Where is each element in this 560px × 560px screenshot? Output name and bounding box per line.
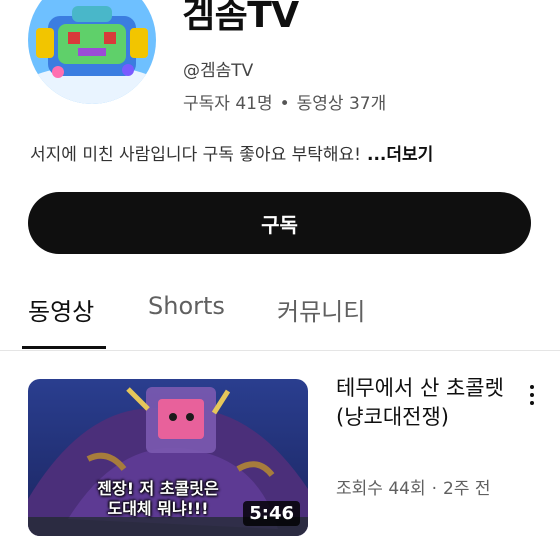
channel-page: 겜솜TV @겜솜TV 구독자 41명 • 동영상 37개 서지에 미친 사람입니다 …: [0, 0, 560, 560]
thumbnail-caption-line2: 도대체 뭐냐!!!: [107, 499, 209, 518]
subscriber-count: 구독자 41명: [183, 94, 273, 114]
channel-name: 겜솜TV: [182, 0, 299, 36]
meta-separator: ·: [431, 479, 438, 499]
more-dot: [530, 393, 534, 397]
video-views: 조회수 44회: [336, 479, 426, 499]
channel-avatar[interactable]: [28, 0, 156, 104]
channel-description[interactable]: 서지에 미친 사람입니다 구독 좋아요 부탁해요! ...더보기: [30, 140, 433, 165]
avatar-image: [28, 0, 156, 104]
more-vert-icon[interactable]: [520, 380, 544, 410]
description-text: 서지에 미친 사람입니다 구독 좋아요 부탁해요!: [30, 145, 361, 165]
more-dot: [530, 401, 534, 405]
active-tab-indicator: [22, 346, 106, 349]
video-age: 2주 전: [443, 479, 491, 499]
video-count: 동영상 37개: [296, 94, 387, 114]
stats-separator: •: [279, 94, 290, 114]
thumbnail-caption-line1: 젠장! 저 초콜릿은: [97, 479, 219, 498]
video-duration-badge: 5:46: [243, 501, 300, 526]
thumbnail-caption: 젠장! 저 초콜릿은 도대체 뭐냐!!!: [68, 479, 248, 519]
more-dot: [530, 385, 534, 389]
tab-community[interactable]: 커뮤니티: [277, 292, 365, 327]
tab-shorts[interactable]: Shorts: [148, 292, 225, 320]
tab-videos[interactable]: 동영상: [28, 292, 94, 327]
description-more-link[interactable]: ...더보기: [367, 145, 433, 165]
video-meta: 조회수 44회 · 2주 전: [336, 474, 491, 499]
video-thumbnail[interactable]: 젠장! 저 초콜릿은 도대체 뭐냐!!! 5:46: [28, 379, 308, 536]
channel-tabs: 동영상 Shorts 커뮤니티: [0, 282, 560, 351]
subscribe-button[interactable]: 구독: [28, 192, 531, 254]
channel-stats: 구독자 41명 • 동영상 37개: [183, 89, 386, 114]
video-title[interactable]: 테무에서 산 초콜렛(냥코대전쟁): [336, 374, 506, 432]
channel-handle: @겜솜TV: [183, 61, 254, 81]
